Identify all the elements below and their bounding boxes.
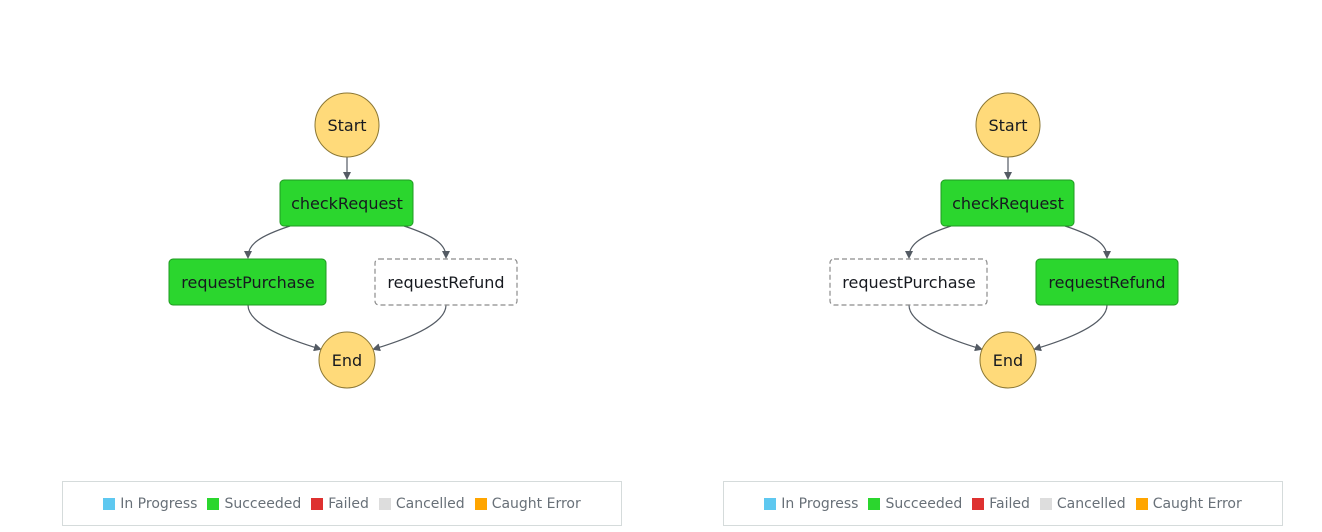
- end-node[interactable]: End: [979, 331, 1037, 389]
- status-legend-right: In Progress Succeeded Failed Cancelled C…: [723, 481, 1283, 526]
- state-request-refund-label: requestRefund: [1048, 273, 1165, 292]
- start-node[interactable]: Start: [314, 92, 380, 158]
- legend-item-succeeded: Succeeded: [868, 496, 962, 512]
- legend-item-succeeded: Succeeded: [207, 496, 301, 512]
- legend-swatch: [311, 497, 324, 510]
- state-request-purchase-label: requestPurchase: [842, 273, 975, 292]
- state-machine-graph-right: Start checkRequest requestPurchase reque…: [829, 92, 1179, 389]
- state-request-refund[interactable]: requestRefund: [374, 258, 518, 306]
- edge-refund-to-end: [1033, 304, 1108, 352]
- state-request-purchase-label: requestPurchase: [181, 273, 314, 292]
- state-check-request-label: checkRequest: [291, 194, 403, 213]
- start-node[interactable]: Start: [975, 92, 1041, 158]
- state-request-refund-label: requestRefund: [387, 273, 504, 292]
- end-node-label: End: [993, 351, 1023, 370]
- status-legend-left: In Progress Succeeded Failed Cancelled C…: [62, 481, 622, 526]
- state-request-purchase[interactable]: requestPurchase: [168, 258, 327, 306]
- legend-swatch: [474, 497, 487, 510]
- state-request-refund[interactable]: requestRefund: [1035, 258, 1179, 306]
- legend-item-cancelled: Cancelled: [378, 496, 465, 512]
- legend-item-caught-error: Caught Error: [1135, 496, 1242, 512]
- legend-item-failed: Failed: [311, 496, 369, 512]
- end-node-label: End: [332, 351, 362, 370]
- execution-graph-panel-left: Start checkRequest requestPurchase reque…: [0, 0, 661, 532]
- legend-swatch: [207, 497, 220, 510]
- legend-item-in-progress: In Progress: [764, 496, 858, 512]
- legend-swatch: [868, 497, 881, 510]
- end-node[interactable]: End: [318, 331, 376, 389]
- legend-swatch: [1039, 497, 1052, 510]
- start-node-label: Start: [327, 116, 366, 135]
- legend-item-in-progress: In Progress: [103, 496, 197, 512]
- edge-check-to-purchase: [244, 225, 291, 259]
- start-node-label: Start: [988, 116, 1027, 135]
- edge-check-to-refund: [403, 225, 450, 259]
- state-machine-graph-left: Start checkRequest requestPurchase reque…: [168, 92, 518, 389]
- legend-swatch: [764, 497, 777, 510]
- legend-item-caught-error: Caught Error: [474, 496, 581, 512]
- state-check-request[interactable]: checkRequest: [279, 179, 414, 227]
- legend-item-cancelled: Cancelled: [1039, 496, 1126, 512]
- edge-purchase-to-end: [908, 304, 983, 352]
- state-request-purchase[interactable]: requestPurchase: [829, 258, 988, 306]
- edge-check-to-purchase: [905, 225, 952, 259]
- edge-purchase-to-end: [247, 304, 322, 352]
- state-check-request-label: checkRequest: [952, 194, 1064, 213]
- legend-swatch: [103, 497, 116, 510]
- state-check-request[interactable]: checkRequest: [940, 179, 1075, 227]
- legend-swatch: [378, 497, 391, 510]
- legend-item-failed: Failed: [972, 496, 1030, 512]
- legend-swatch: [1135, 497, 1148, 510]
- execution-graph-panel-right: Start checkRequest requestPurchase reque…: [661, 0, 1322, 532]
- edge-refund-to-end: [372, 304, 447, 352]
- legend-swatch: [972, 497, 985, 510]
- edge-check-to-refund: [1064, 225, 1111, 259]
